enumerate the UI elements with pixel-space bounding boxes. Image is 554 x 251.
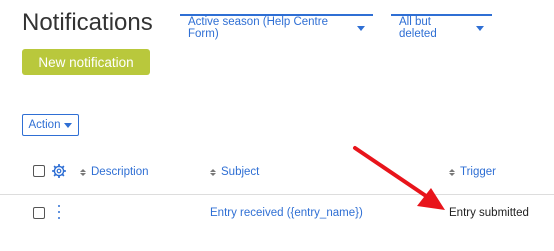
sort-icon <box>80 168 86 176</box>
row-subject-link[interactable]: Entry received ({entry_name}) <box>210 207 363 219</box>
action-dropdown-button[interactable]: Action <box>22 114 79 136</box>
chevron-down-icon <box>64 122 73 128</box>
new-notification-button[interactable]: New notification <box>22 49 150 75</box>
table-header: Description Subject Trigger <box>0 160 554 195</box>
select-all-checkbox[interactable] <box>33 165 45 177</box>
action-label: Action <box>28 119 61 131</box>
gear-icon[interactable] <box>51 163 67 179</box>
row-checkbox[interactable] <box>33 207 45 219</box>
column-label: Trigger <box>460 166 496 178</box>
status-filter-label: All but deleted <box>399 16 437 40</box>
page-title: Notifications <box>22 9 153 36</box>
row-trigger: Entry submitted <box>449 207 529 219</box>
season-filter-dropdown[interactable]: Active season (Help Centre Form) <box>180 14 373 40</box>
sort-icon <box>449 168 455 176</box>
kebab-menu-icon[interactable] <box>57 205 61 219</box>
season-filter-label: Active season (Help Centre Form) <box>188 16 328 40</box>
column-header-subject[interactable]: Subject <box>210 166 259 178</box>
column-header-description[interactable]: Description <box>80 166 149 178</box>
chevron-down-icon <box>357 25 365 31</box>
table-row: Entry received ({entry_name}) Entry subm… <box>0 195 554 233</box>
column-label: Subject <box>221 166 260 178</box>
column-label: Description <box>91 166 149 178</box>
status-filter-dropdown[interactable]: All but deleted <box>391 14 492 40</box>
sort-icon <box>210 168 216 176</box>
column-header-trigger[interactable]: Trigger <box>449 166 496 178</box>
chevron-down-icon <box>476 25 484 31</box>
